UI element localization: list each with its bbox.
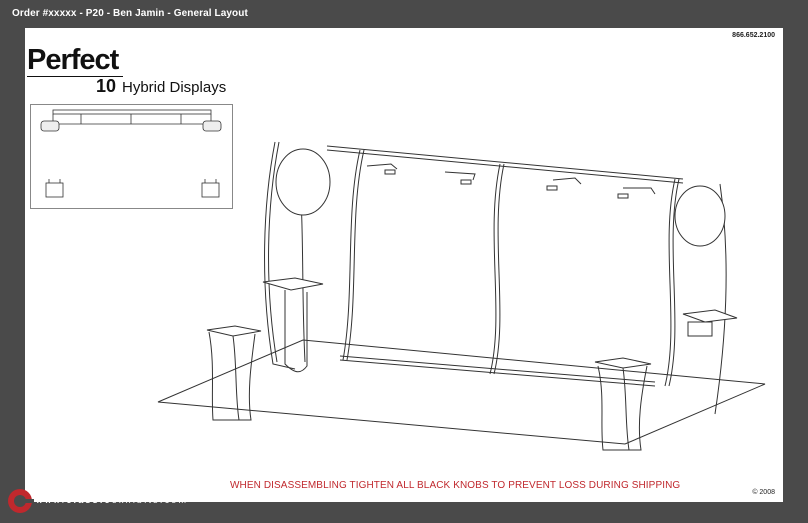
classic-exhibits-logo-icon [8,489,34,513]
brand-bold: classic [66,495,112,505]
booth-perspective-drawing [155,124,780,454]
layout-sheet: 866.652.2100 Perfect 10 Hybrid Displays [25,28,783,502]
booth-svg [157,141,766,451]
phone-number: 866.652.2100 [732,32,775,39]
logo-word: Perfect [27,44,119,76]
brand-prefix: www. [36,495,67,505]
brand-suffix: exhibits.com [111,495,189,505]
title-bar: Order #xxxxx - P20 - Ben Jamin - General… [0,0,808,28]
logo-subtitle: Hybrid Displays [122,79,227,96]
perfect-10-logo: Perfect 10 Hybrid Displays [27,36,247,104]
order-title: Order #xxxxx - P20 - Ben Jamin - General… [12,8,248,19]
website-link[interactable]: www.classicexhibits.com [36,495,188,505]
logo-number: 10 [96,76,117,96]
